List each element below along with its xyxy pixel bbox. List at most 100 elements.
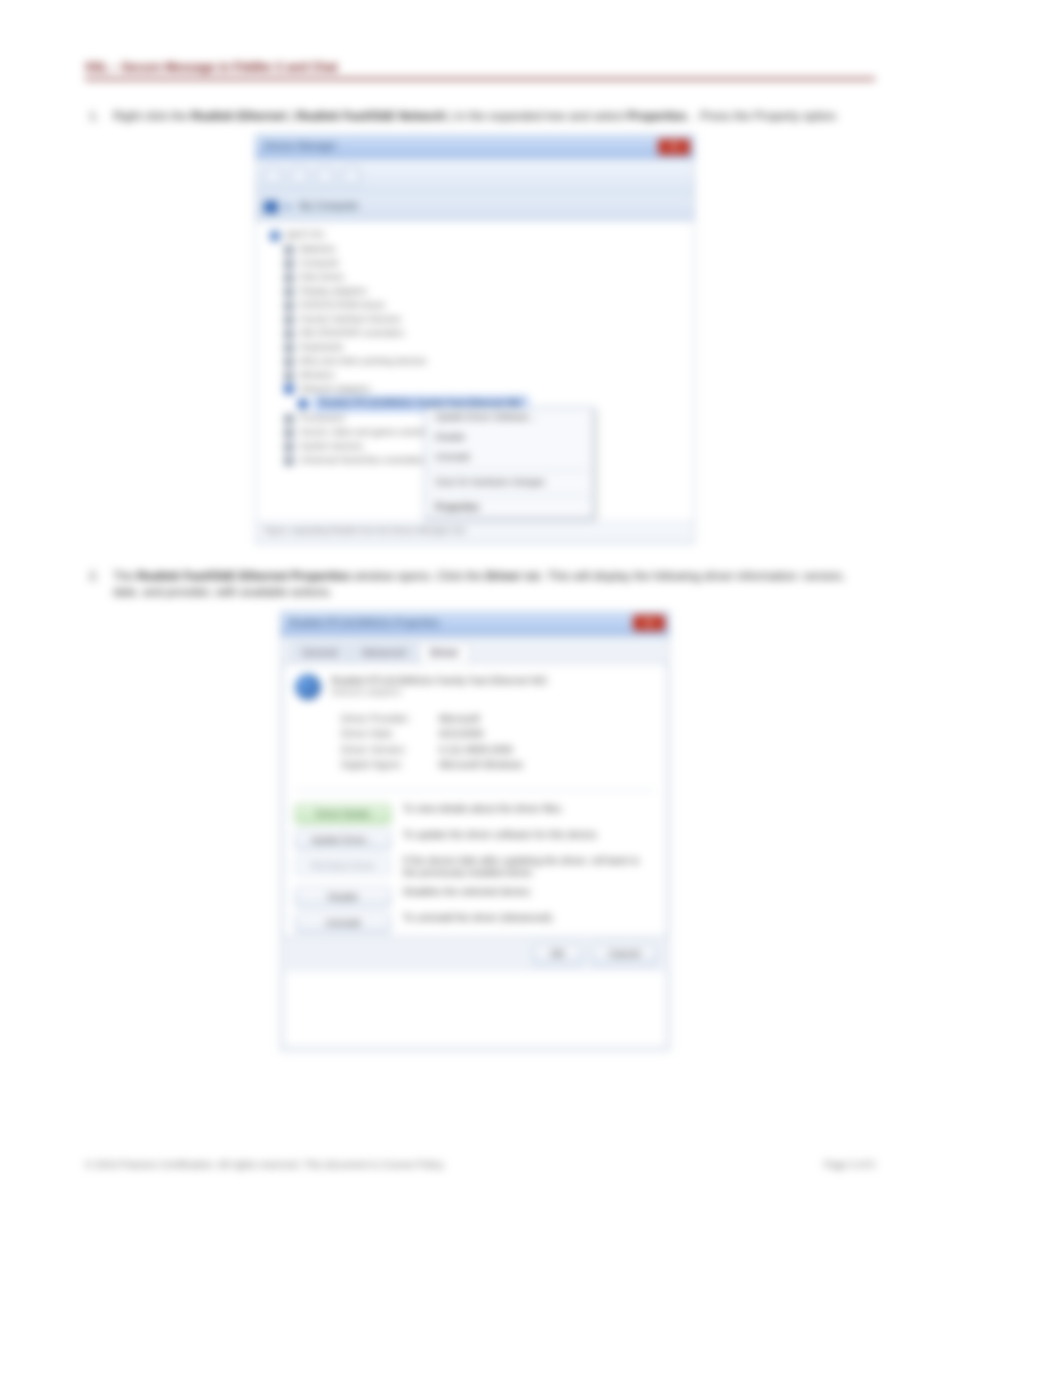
- cancel-button[interactable]: Cancel: [592, 944, 657, 965]
- toolbar: [256, 159, 694, 193]
- pc-icon: [270, 231, 280, 241]
- tab-general[interactable]: General: [291, 643, 349, 663]
- tab-bar: General Advanced Driver: [281, 636, 669, 664]
- step-2: 2. The Realtek Fast/GbE Ethernet Propert…: [85, 568, 875, 600]
- ok-button[interactable]: OK: [533, 944, 581, 965]
- step-1-number: 1.: [85, 108, 99, 124]
- toolbar-button[interactable]: [342, 167, 360, 185]
- address-text: My Computer: [299, 201, 359, 212]
- tree-item[interactable]: Display adapters: [300, 285, 367, 299]
- computer-icon: [264, 201, 278, 213]
- window-titlebar: Realtek RTL8139/810x Properties ✕: [281, 612, 669, 636]
- device-icon: [284, 414, 294, 424]
- tree-item[interactable]: Sound, video and game controllers: [300, 426, 439, 440]
- tree-item[interactable]: Batteries: [300, 243, 336, 257]
- window-title: Realtek RTL8139/810x Properties: [289, 618, 439, 629]
- tree-item[interactable]: System devices: [300, 440, 363, 454]
- tab-driver[interactable]: Driver: [419, 643, 470, 663]
- device-icon: [284, 456, 294, 466]
- device-heading: Realtek RTL8139/810x Family Fast Etherne…: [281, 664, 669, 708]
- step-1-text: Right click the Realtek Ethernet ( Realt…: [113, 108, 839, 124]
- tree-item[interactable]: Keyboards: [300, 341, 343, 355]
- separator: [295, 790, 655, 791]
- dialog-action-bar: OK Cancel: [281, 936, 669, 972]
- close-icon[interactable]: ✕: [633, 615, 665, 631]
- prop-value: Microsoft: [439, 712, 480, 728]
- rollback-driver-button[interactable]: Roll Back Driver: [295, 856, 391, 876]
- prop-label: Driver Provider:: [341, 712, 421, 728]
- button-desc: To view details about the driver files.: [403, 804, 655, 817]
- tree-item[interactable]: Mice and other pointing devices: [300, 355, 427, 369]
- context-menu-item[interactable]: Disable: [425, 428, 593, 448]
- tree-item[interactable]: Disk drives: [300, 271, 344, 285]
- chevron-right-icon: ▸: [286, 201, 291, 212]
- nic-icon: [298, 399, 308, 409]
- device-icon: [284, 315, 294, 325]
- tree-item[interactable]: IDE ATA/ATAPI controllers: [300, 327, 404, 341]
- button-desc: To uninstall the driver (Advanced).: [403, 913, 655, 926]
- tree-item[interactable]: Computer: [300, 257, 340, 271]
- device-icon: [284, 329, 294, 339]
- tree-root[interactable]: MATT-PC: [286, 229, 325, 243]
- uninstall-button[interactable]: Uninstall: [295, 913, 391, 933]
- device-icon: [284, 245, 294, 255]
- tab-advanced[interactable]: Advanced: [351, 643, 417, 663]
- prop-value: 6.111.0809.2006: [439, 743, 513, 759]
- device-icon: [284, 259, 294, 269]
- window-title: Device Manager: [264, 141, 337, 152]
- device-icon: [284, 442, 294, 452]
- close-icon[interactable]: ✕: [658, 139, 690, 155]
- separator: [429, 495, 589, 496]
- property-list: Driver Provider: Microsoft Driver Date: 6/…: [281, 708, 669, 784]
- toolbar-button[interactable]: [316, 167, 334, 185]
- driver-details-button[interactable]: Driver Details: [295, 804, 391, 824]
- page-footer: © 2016 Pearson Certification. All rights…: [85, 1160, 875, 1171]
- device-icon: [284, 371, 294, 381]
- toolbar-button[interactable]: [264, 167, 282, 185]
- device-icon: [284, 357, 294, 367]
- prop-label: Driver Version:: [341, 743, 421, 759]
- tree-item-network[interactable]: Network adapters: [300, 383, 371, 397]
- context-menu-item-properties[interactable]: Properties: [425, 498, 593, 518]
- update-driver-button[interactable]: Update Driver…: [295, 830, 391, 850]
- tree-item[interactable]: Human Interface Devices: [300, 313, 401, 327]
- context-menu-item[interactable]: Update Driver Software…: [425, 408, 593, 428]
- prop-label: Driver Date:: [341, 727, 421, 743]
- tree-item[interactable]: Monitors: [300, 369, 335, 383]
- step-1: 1. Right click the Realtek Ethernet ( Re…: [85, 108, 875, 124]
- device-tree: MATT-PC Batteries Computer Disk drives D…: [256, 221, 694, 521]
- window-titlebar: Device Manager ✕: [256, 135, 694, 159]
- page-header: SSL – Secure Message in Fiddler 2 and Ch…: [85, 60, 875, 80]
- context-menu-item[interactable]: Scan for hardware changes: [425, 473, 593, 493]
- globe-icon: [295, 674, 321, 700]
- prop-value: 6/21/2006: [439, 727, 484, 743]
- tree-item[interactable]: Universal Serial Bus controllers: [300, 454, 425, 468]
- context-menu-item[interactable]: Uninstall: [425, 448, 593, 468]
- prop-value: Microsoft Windows: [439, 758, 523, 774]
- step-2-number: 2.: [85, 568, 99, 584]
- separator: [429, 470, 589, 471]
- device-icon: [284, 343, 294, 353]
- figure-caption: Figure: expanding Realtek from the Devic…: [256, 521, 694, 541]
- document-page: SSL – Secure Message in Fiddler 2 and Ch…: [85, 60, 875, 1075]
- button-desc: To update the driver software for this d…: [403, 830, 655, 843]
- device-icon: [284, 273, 294, 283]
- device-category: Network adapters: [331, 687, 548, 697]
- screenshot-device-manager: Device Manager ✕ ▸ My Computer MATT-PC B…: [255, 134, 695, 544]
- context-menu: Update Driver Software… Disable Uninstal…: [424, 407, 594, 519]
- step-2-text: The Realtek Fast/GbE Ethernet Properties…: [113, 568, 875, 600]
- device-name: Realtek RTL8139/810x Family Fast Etherne…: [331, 676, 548, 687]
- tree-item[interactable]: Processors: [300, 412, 345, 426]
- button-desc: If the device fails after updating the d…: [403, 856, 655, 881]
- tree-item[interactable]: DVD/CD-ROM drives: [300, 299, 385, 313]
- footer-page-number: Page 3 of 5: [824, 1160, 875, 1171]
- address-bar: ▸ My Computer: [256, 193, 694, 221]
- disable-button[interactable]: Disable: [295, 887, 391, 907]
- footer-copyright: © 2016 Pearson Certification. All rights…: [85, 1160, 446, 1171]
- device-icon: [284, 301, 294, 311]
- toolbar-button[interactable]: [290, 167, 308, 185]
- device-icon: [284, 428, 294, 438]
- prop-label: Digital Signer:: [341, 758, 421, 774]
- screenshot-properties-dialog: Realtek RTL8139/810x Properties ✕ Genera…: [280, 611, 670, 1051]
- button-desc: Disables the selected device.: [403, 887, 655, 900]
